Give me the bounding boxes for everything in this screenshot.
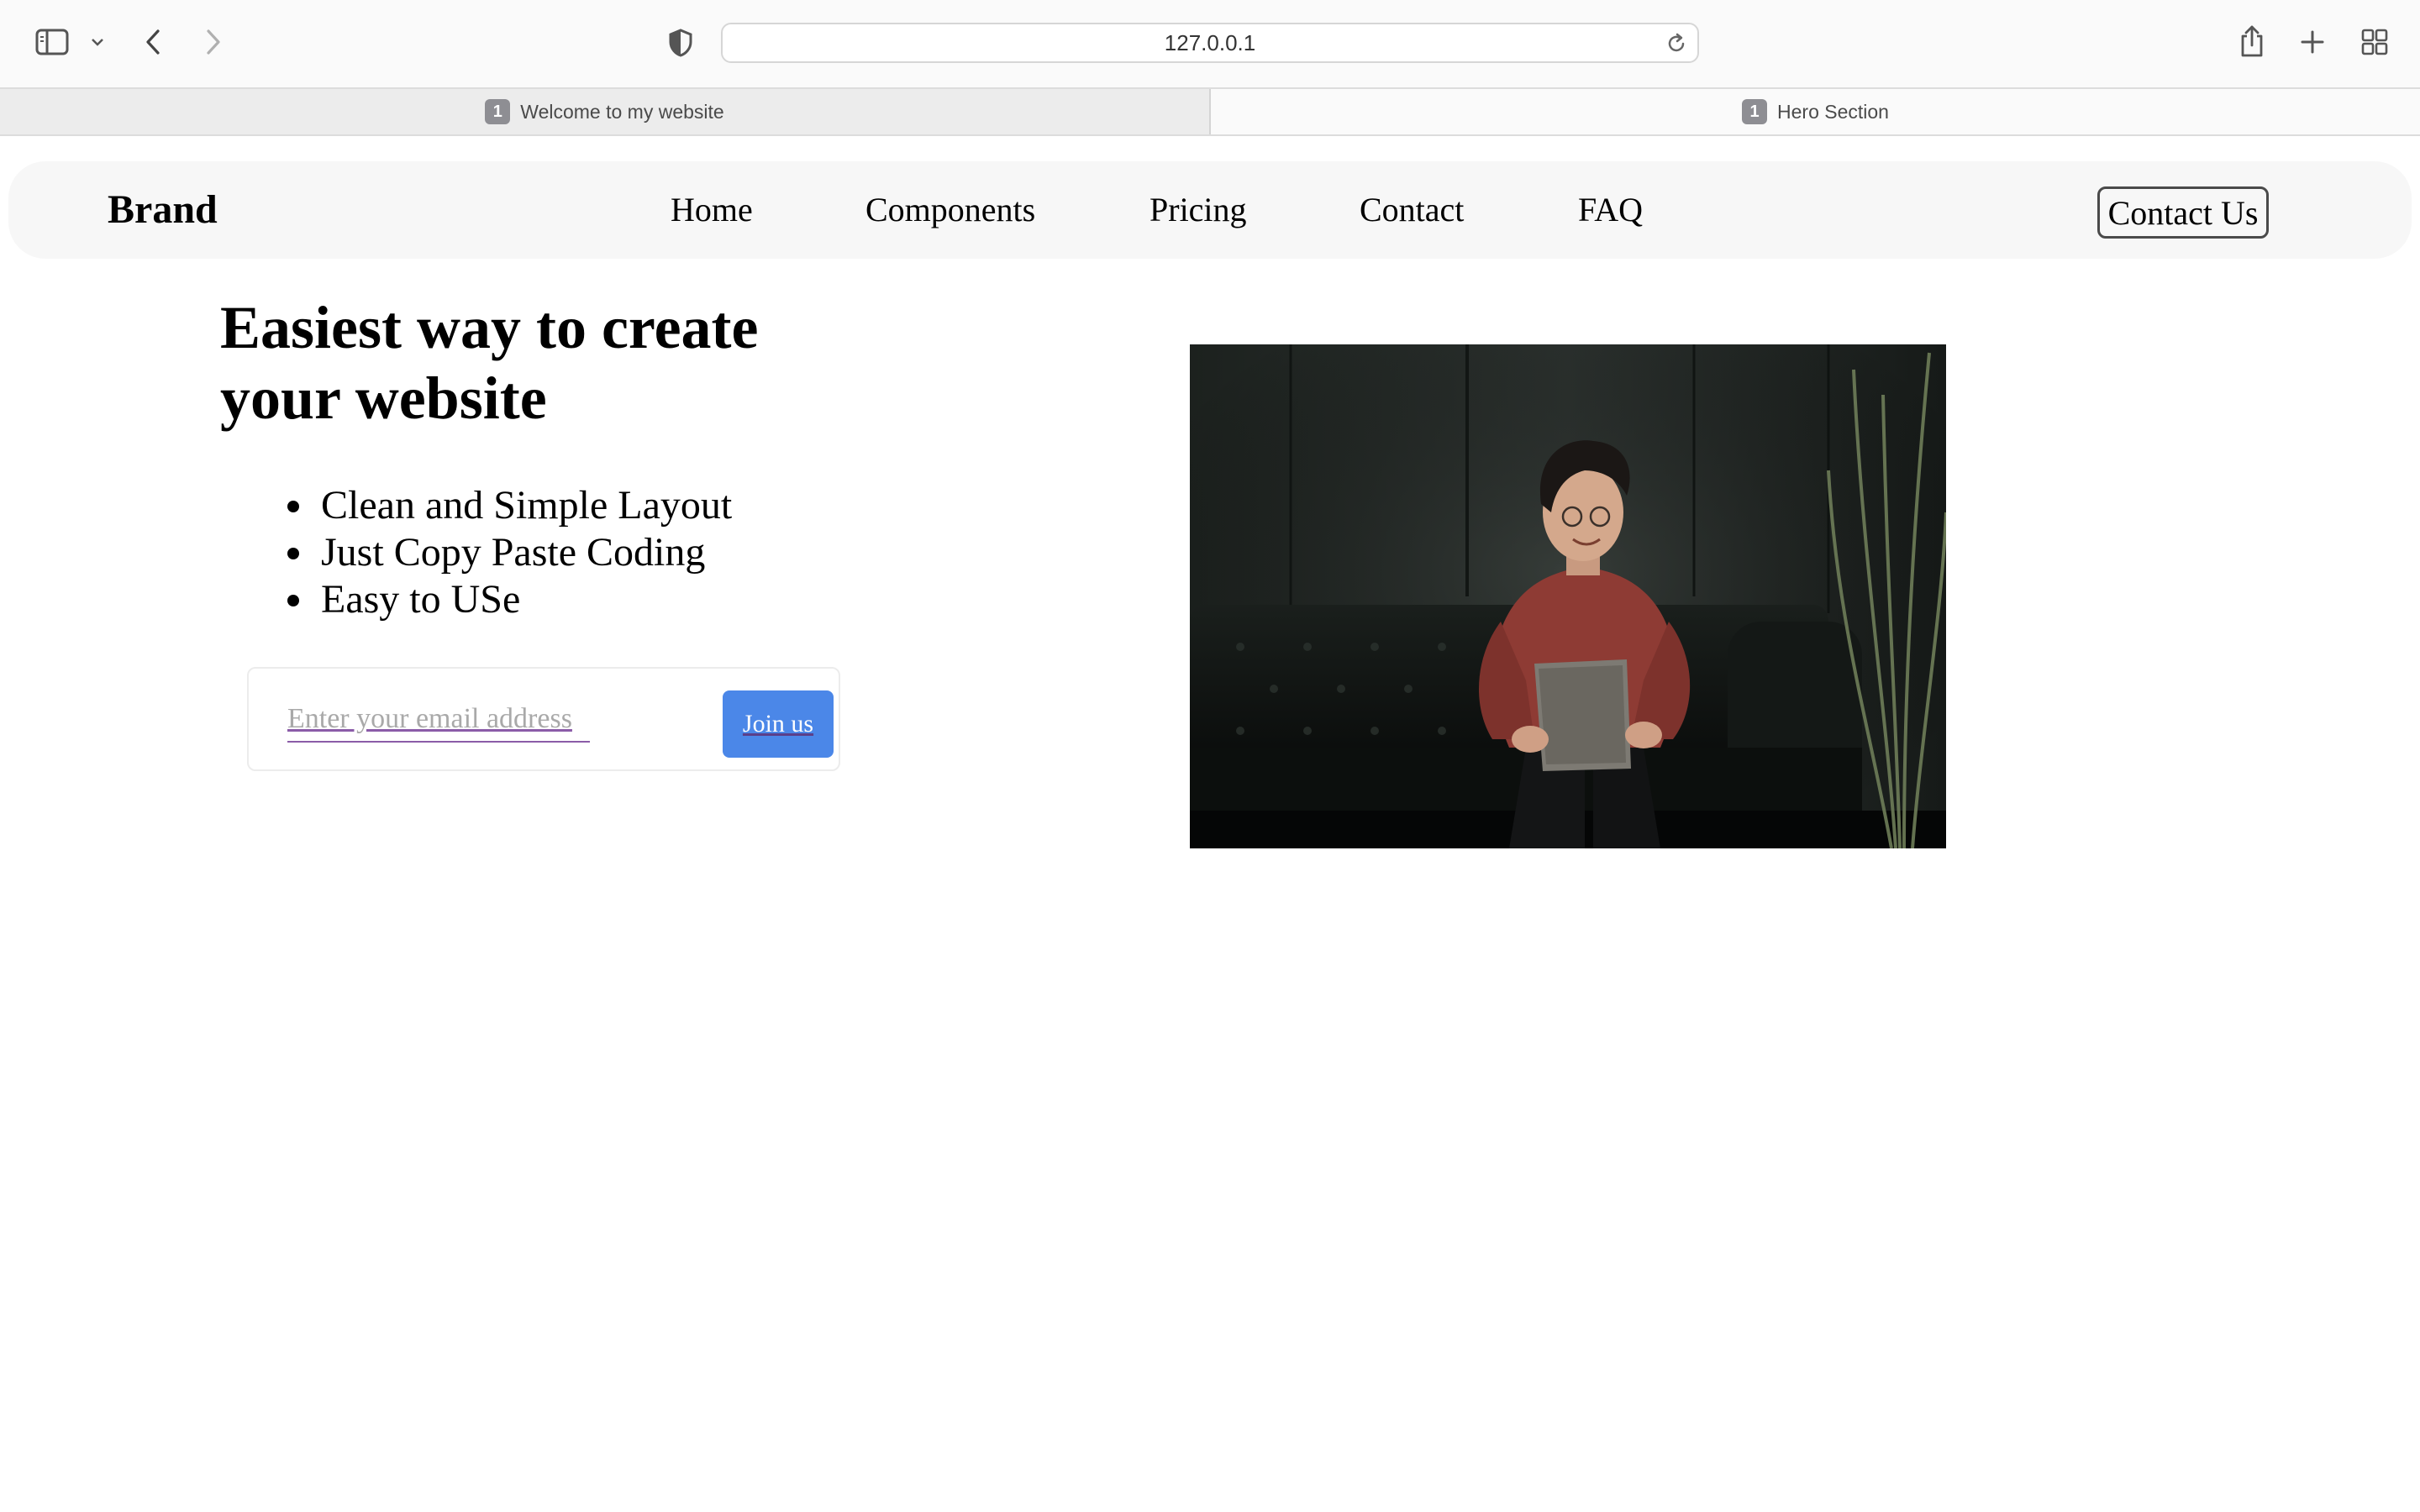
tab-badge: 1 xyxy=(1742,99,1768,124)
forward-button[interactable] xyxy=(198,25,229,59)
hero-image xyxy=(1190,344,1946,848)
brand-logo[interactable]: Brand xyxy=(108,186,218,233)
reload-icon[interactable] xyxy=(1664,31,1689,56)
feature-item: Just Copy Paste Coding xyxy=(287,529,732,576)
site-navbar: Brand Home Components Pricing Contact FA… xyxy=(8,161,2412,259)
nav-link-home[interactable]: Home xyxy=(671,190,753,229)
grid-icon[interactable] xyxy=(2358,25,2391,59)
back-button[interactable] xyxy=(138,25,168,59)
email-signup-form: Join us xyxy=(247,667,840,771)
email-input[interactable] xyxy=(287,697,590,743)
chevron-left-icon xyxy=(145,29,161,55)
chevron-right-icon xyxy=(205,29,222,55)
hero-title: Easiest way to create your website xyxy=(220,294,759,432)
share-icon[interactable] xyxy=(2235,22,2269,60)
chevron-down-icon[interactable] xyxy=(87,32,108,52)
sidebar-icon[interactable] xyxy=(32,25,72,59)
tab-bar: 1 Welcome to my website 1 Hero Section xyxy=(0,87,2420,136)
tab-badge: 1 xyxy=(485,99,511,124)
nav-link-components[interactable]: Components xyxy=(865,190,1035,229)
browser-toolbar: 127.0.0.1 xyxy=(0,0,2420,87)
contact-us-button[interactable]: Contact Us xyxy=(2097,186,2269,239)
address-bar[interactable]: 127.0.0.1 xyxy=(721,23,1699,63)
tab-welcome[interactable]: 1 Welcome to my website xyxy=(0,89,1211,134)
join-us-button[interactable]: Join us xyxy=(723,690,834,758)
plus-icon[interactable] xyxy=(2296,25,2329,59)
nav-link-contact[interactable]: Contact xyxy=(1360,190,1464,229)
feature-item: Clean and Simple Layout xyxy=(287,483,733,528)
tab-hero-section[interactable]: 1 Hero Section xyxy=(1211,89,2420,134)
feature-list: Clean and Simple Layout Just Copy Paste … xyxy=(287,482,733,623)
tab-title: Hero Section xyxy=(1777,100,1889,123)
nav-link-faq[interactable]: FAQ xyxy=(1578,190,1643,229)
nav-link-pricing[interactable]: Pricing xyxy=(1150,190,1247,229)
tab-title: Welcome to my website xyxy=(520,100,724,123)
shield-icon[interactable] xyxy=(664,25,697,60)
url-text: 127.0.0.1 xyxy=(1164,29,1256,55)
feature-item: Easy to USe xyxy=(287,576,732,623)
